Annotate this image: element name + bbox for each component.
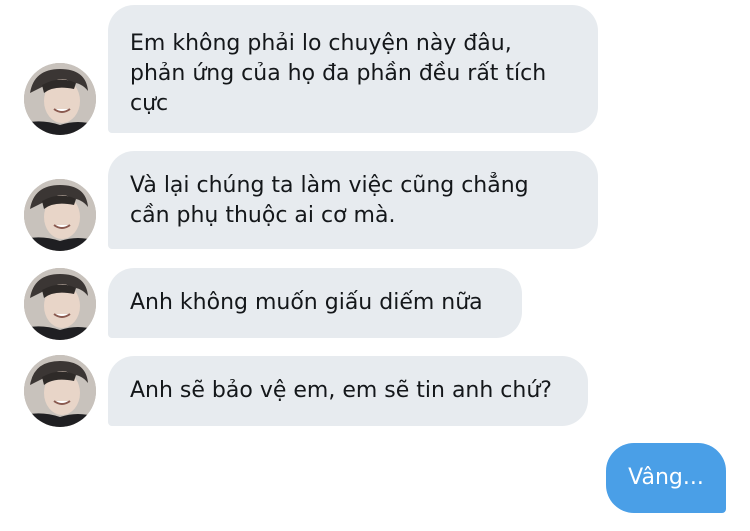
avatar-photo <box>24 355 96 427</box>
sender-avatar[interactable] <box>24 355 96 427</box>
sender-avatar[interactable] <box>24 63 96 135</box>
message-text: Và lại chúng ta làm việc cũng chẳng cần … <box>130 173 529 228</box>
sender-avatar[interactable] <box>24 268 96 340</box>
incoming-message-bubble[interactable]: Anh sẽ bảo vệ em, em sẽ tin anh chứ? <box>108 356 588 426</box>
message-text: Vâng... <box>628 465 704 490</box>
message-text: Anh không muốn giấu diếm nữa <box>130 290 483 315</box>
avatar-photo <box>24 268 96 340</box>
incoming-message-bubble[interactable]: Anh không muốn giấu diếm nữa <box>108 268 522 338</box>
incoming-message-bubble[interactable]: Và lại chúng ta làm việc cũng chẳng cần … <box>108 151 598 249</box>
chat-conversation: Em không phải lo chuyện này đâu, phản ứn… <box>0 0 750 531</box>
incoming-message-bubble[interactable]: Em không phải lo chuyện này đâu, phản ứn… <box>108 5 598 133</box>
outgoing-message-bubble[interactable]: Vâng... <box>606 443 726 513</box>
avatar-photo <box>24 179 96 251</box>
message-text: Em không phải lo chuyện này đâu, phản ứn… <box>130 31 547 116</box>
sender-avatar[interactable] <box>24 179 96 251</box>
message-text: Anh sẽ bảo vệ em, em sẽ tin anh chứ? <box>130 378 552 403</box>
avatar-photo <box>24 63 96 135</box>
